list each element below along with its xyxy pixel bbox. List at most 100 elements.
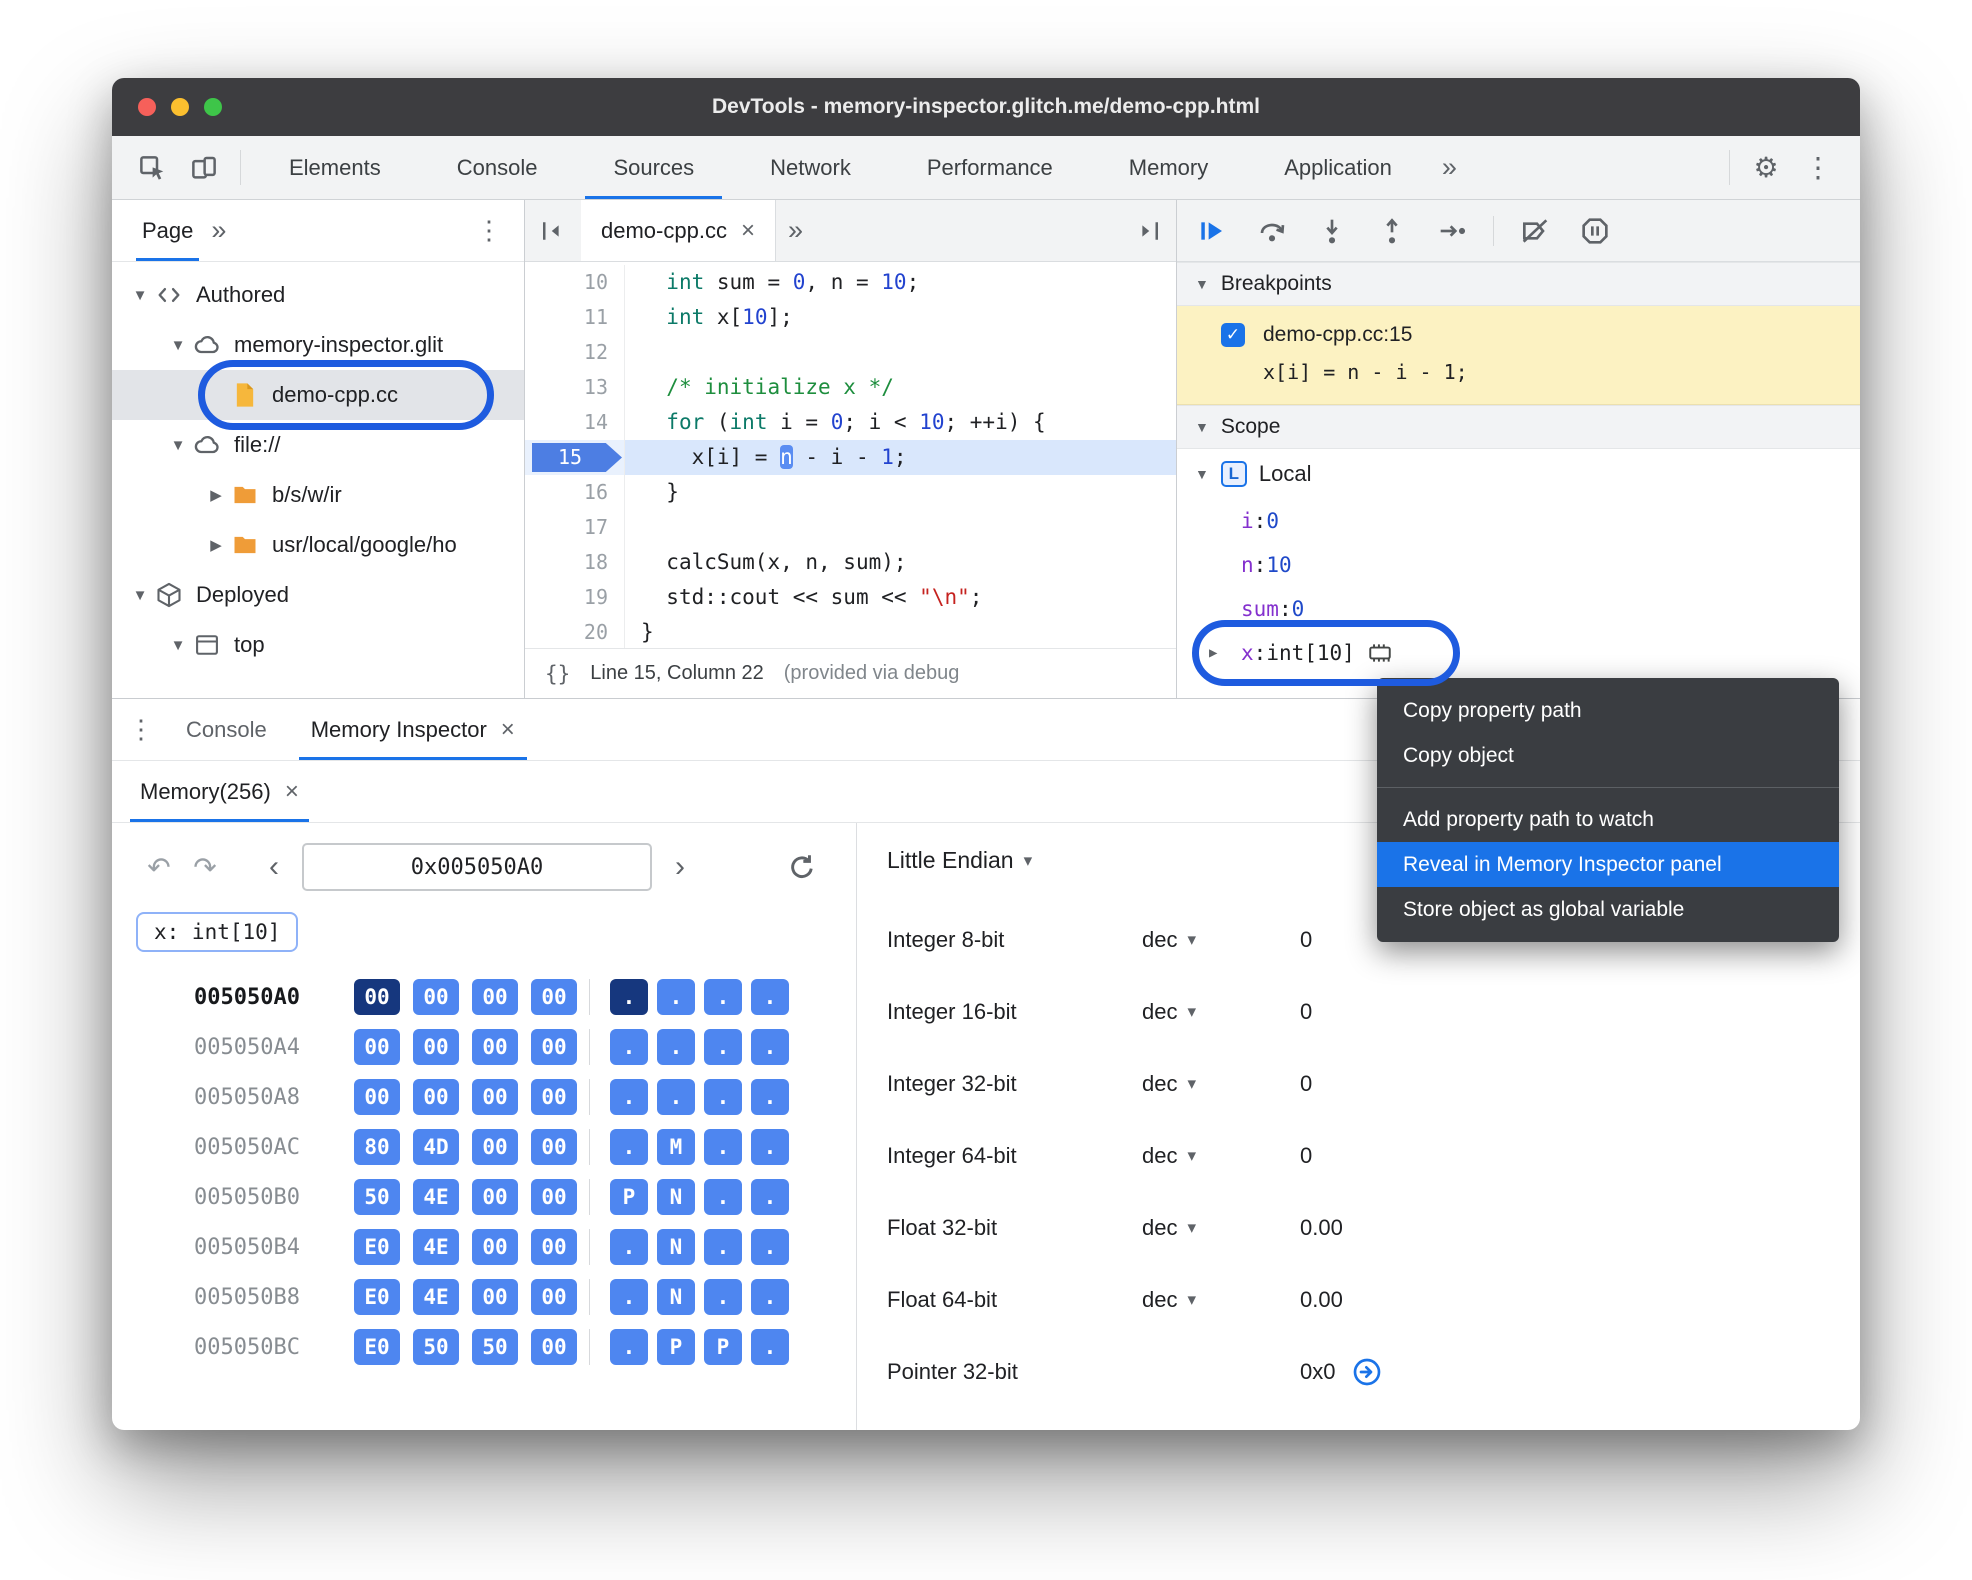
ascii-cell[interactable]: . (704, 979, 742, 1015)
byte-cell[interactable]: 00 (531, 1179, 577, 1215)
byte-cell[interactable]: 4E (413, 1279, 459, 1315)
tree-item-authored[interactable]: ▼ Authored (112, 270, 524, 320)
scope-section-header[interactable]: ▼ Scope (1177, 405, 1860, 449)
byte-cell[interactable]: 00 (472, 979, 518, 1015)
step-into-button[interactable] (1309, 208, 1355, 254)
ascii-cell[interactable]: . (657, 1029, 695, 1065)
scope-var-sum[interactable]: sum: 0 (1177, 587, 1860, 631)
line-number[interactable]: 15 (525, 440, 625, 475)
byte-cell[interactable]: 00 (354, 979, 400, 1015)
code-text[interactable]: } (625, 615, 1176, 648)
expanded-disclosure-icon[interactable]: ▼ (164, 637, 192, 654)
line-number[interactable]: 11 (525, 300, 625, 335)
step-over-button[interactable] (1249, 208, 1295, 254)
byte-cell[interactable]: E0 (354, 1229, 400, 1265)
scope-var-n[interactable]: n: 10 (1177, 543, 1860, 587)
ascii-cell[interactable]: . (610, 1229, 648, 1265)
ascii-cell[interactable]: . (704, 1279, 742, 1315)
more-panels-icon[interactable]: » (1430, 136, 1469, 199)
menu-item-add-property-path-to-watch[interactable]: Add property path to watch (1377, 797, 1839, 842)
byte-cell[interactable]: 00 (531, 1079, 577, 1115)
address-input[interactable] (302, 843, 652, 891)
ascii-cell[interactable]: . (610, 979, 648, 1015)
history-forward-icon[interactable]: ↷ (182, 851, 228, 884)
ascii-cell[interactable]: . (751, 1129, 789, 1165)
ascii-cell[interactable]: . (610, 1279, 648, 1315)
ascii-cell[interactable]: P (610, 1179, 648, 1215)
tab-console[interactable]: Console (419, 136, 576, 199)
line-number[interactable]: 12 (525, 335, 625, 370)
byte-cell[interactable]: 00 (354, 1079, 400, 1115)
line-number[interactable]: 18 (525, 545, 625, 580)
memory-chip-icon[interactable] (1367, 640, 1393, 666)
ascii-cell[interactable]: N (657, 1229, 695, 1265)
byte-cell[interactable]: E0 (354, 1329, 400, 1365)
ascii-cell[interactable]: . (751, 1229, 789, 1265)
ascii-cell[interactable]: . (751, 979, 789, 1015)
tab-network[interactable]: Network (732, 136, 889, 199)
ascii-cell[interactable]: . (751, 1029, 789, 1065)
code-area[interactable]: 10 int sum = 0, n = 10; 11 int x[10]; 12 13… (525, 262, 1176, 648)
byte-cell[interactable]: E0 (354, 1279, 400, 1315)
close-window-button[interactable] (138, 98, 156, 116)
tab-console[interactable]: Console (164, 699, 289, 760)
byte-cell[interactable]: 00 (531, 1129, 577, 1165)
code-text[interactable]: x[i] = n - i - 1; (625, 440, 1176, 475)
format-select[interactable]: dec ▾ (1142, 1143, 1300, 1169)
breakpoint-marker[interactable]: 15 (532, 443, 622, 472)
tree-item-demo-cpp-cc[interactable]: demo-cpp.cc (112, 370, 524, 420)
line-number[interactable]: 19 (525, 580, 625, 615)
byte-cell[interactable]: 00 (413, 1079, 459, 1115)
more-navigator-tabs-icon[interactable]: » (199, 200, 238, 261)
tab-performance[interactable]: Performance (889, 136, 1091, 199)
ascii-cell[interactable]: . (610, 1329, 648, 1365)
byte-cell[interactable]: 80 (354, 1129, 400, 1165)
endianness-select[interactable]: Little Endian ▾ (887, 847, 1032, 874)
scope-var-i[interactable]: i: 0 (1177, 499, 1860, 543)
code-text[interactable] (625, 510, 1176, 545)
code-text[interactable]: int sum = 0, n = 10; (625, 265, 1176, 300)
tab-memory[interactable]: Memory (1091, 136, 1246, 199)
breakpoint-entry[interactable]: ✓ demo-cpp.cc:15 x[i] = n - i - 1; (1177, 306, 1860, 405)
code-text[interactable]: calcSum(x, n, sum); (625, 545, 1176, 580)
byte-cell[interactable]: 00 (472, 1029, 518, 1065)
expand-debugger-icon[interactable] (1120, 200, 1176, 261)
expanded-disclosure-icon[interactable]: ▼ (164, 437, 192, 454)
byte-cell[interactable]: 00 (531, 1229, 577, 1265)
byte-cell[interactable]: 00 (413, 1029, 459, 1065)
highlight-chip-x[interactable]: x: int[10] (136, 912, 299, 952)
byte-cell[interactable]: 4E (413, 1179, 459, 1215)
device-toolbar-icon[interactable] (178, 136, 230, 199)
line-number[interactable]: 17 (525, 510, 625, 545)
expanded-disclosure-icon[interactable]: ▼ (126, 287, 154, 304)
byte-cell[interactable]: 00 (531, 1029, 577, 1065)
menu-item-store-object-as-global-variable[interactable]: Store object as global variable (1377, 887, 1839, 932)
tree-item-usr-local-google-ho[interactable]: ▶ usr/local/google/ho (112, 520, 524, 570)
tree-item-deployed[interactable]: ▼ Deployed (112, 570, 524, 620)
navigator-kebab-icon[interactable]: ⋮ (468, 200, 510, 261)
format-select[interactable]: dec ▾ (1142, 1071, 1300, 1097)
main-menu-kebab-icon[interactable]: ⋮ (1792, 136, 1844, 199)
byte-cell[interactable]: 50 (472, 1329, 518, 1365)
close-memory-tab-icon[interactable]: × (285, 778, 299, 806)
tab-application[interactable]: Application (1246, 136, 1430, 199)
close-tab-icon[interactable]: × (741, 217, 755, 245)
ascii-cell[interactable]: N (657, 1179, 695, 1215)
tab-elements[interactable]: Elements (251, 136, 419, 199)
code-text[interactable] (625, 335, 1176, 370)
refresh-icon[interactable] (786, 851, 818, 883)
ascii-cell[interactable]: . (657, 979, 695, 1015)
ascii-cell[interactable]: . (751, 1079, 789, 1115)
breakpoints-section-header[interactable]: ▼ Breakpoints (1177, 262, 1860, 306)
inspect-icon[interactable] (126, 136, 178, 199)
byte-cell[interactable]: 00 (472, 1079, 518, 1115)
tab-sources[interactable]: Sources (575, 136, 732, 199)
ascii-cell[interactable]: . (704, 1229, 742, 1265)
collapse-navigator-icon[interactable] (525, 200, 581, 261)
ascii-cell[interactable]: . (704, 1129, 742, 1165)
close-tab-icon[interactable]: × (501, 716, 515, 744)
pause-on-exceptions-button[interactable] (1572, 208, 1618, 254)
byte-cell[interactable]: 00 (531, 1329, 577, 1365)
byte-cell[interactable]: 00 (531, 1279, 577, 1315)
scope-local-group[interactable]: ▼ L Local (1177, 449, 1860, 499)
